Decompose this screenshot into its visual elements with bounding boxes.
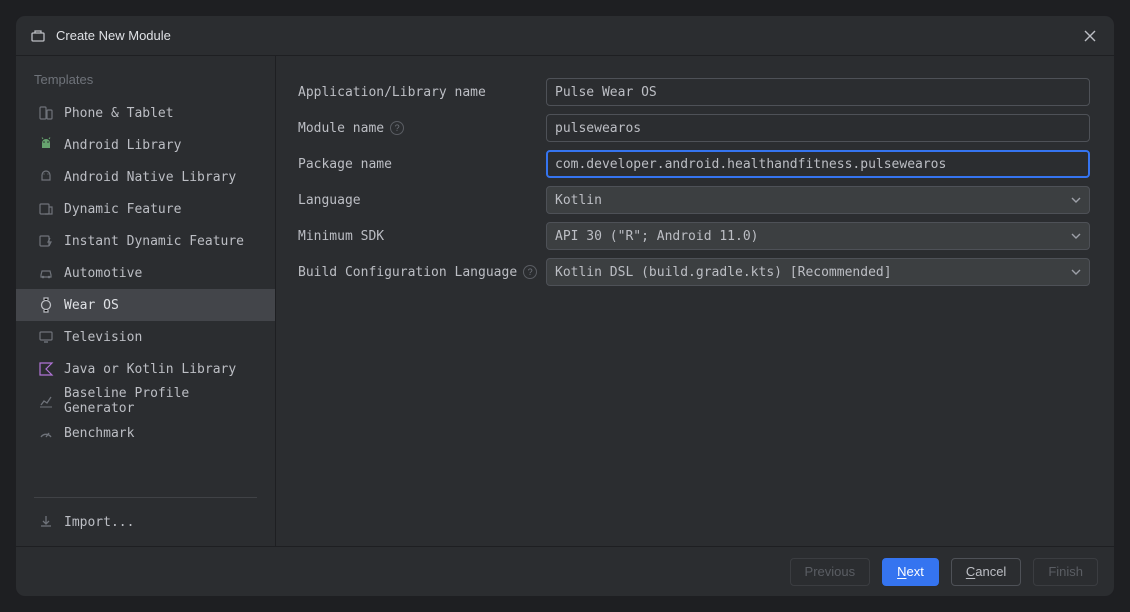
android-icon [38, 137, 54, 153]
template-label: Television [64, 330, 142, 345]
label-min-sdk: Minimum SDK [298, 229, 546, 244]
dynamic-feature-icon [38, 201, 54, 217]
select-min-sdk[interactable]: API 30 ("R"; Android 11.0) [546, 222, 1090, 250]
field-app-name: Application/Library name [298, 74, 1090, 110]
template-label: Instant Dynamic Feature [64, 234, 244, 249]
field-build-config: Build Configuration Language ? Kotlin DS… [298, 254, 1090, 290]
field-module-name: Module name ? [298, 110, 1090, 146]
kotlin-icon [38, 361, 54, 377]
sidebar-header: Templates [16, 66, 275, 97]
template-label: Automotive [64, 266, 142, 281]
tv-icon [38, 329, 54, 345]
help-icon[interactable]: ? [390, 121, 404, 135]
template-label: Benchmark [64, 426, 134, 441]
dialog-title: Create New Module [56, 28, 171, 43]
chevron-down-icon [1071, 197, 1081, 203]
template-label: Android Native Library [64, 170, 236, 185]
input-package-name[interactable] [546, 150, 1090, 178]
dialog-footer: Previous Next Cancel Finish [16, 546, 1114, 596]
template-instant-dynamic-feature[interactable]: Instant Dynamic Feature [16, 225, 275, 257]
template-television[interactable]: Television [16, 321, 275, 353]
template-baseline-profile-generator[interactable]: Baseline Profile Generator [16, 385, 275, 417]
templates-sidebar: Templates Phone & Tablet Android Library A… [16, 56, 276, 546]
import-icon [38, 514, 54, 530]
template-phone-tablet[interactable]: Phone & Tablet [16, 97, 275, 129]
template-label: Phone & Tablet [64, 106, 174, 121]
watch-icon [38, 297, 54, 313]
profile-icon [38, 393, 54, 409]
template-dynamic-feature[interactable]: Dynamic Feature [16, 193, 275, 225]
import-button[interactable]: Import... [16, 506, 275, 538]
close-icon [1084, 30, 1096, 42]
import-label: Import... [64, 515, 134, 530]
field-package-name: Package name [298, 146, 1090, 182]
label-module-name: Module name ? [298, 121, 546, 136]
module-form: Application/Library name Module name ? P… [276, 56, 1114, 546]
template-automotive[interactable]: Automotive [16, 257, 275, 289]
previous-button: Previous [790, 558, 871, 586]
template-wear-os[interactable]: Wear OS [16, 289, 275, 321]
close-button[interactable] [1080, 26, 1100, 46]
phone-tablet-icon [38, 105, 54, 121]
instant-feature-icon [38, 233, 54, 249]
select-build-config[interactable]: Kotlin DSL (build.gradle.kts) [Recommend… [546, 258, 1090, 286]
select-language[interactable]: Kotlin [546, 186, 1090, 214]
field-min-sdk: Minimum SDK API 30 ("R"; Android 11.0) [298, 218, 1090, 254]
label-package-name: Package name [298, 157, 546, 172]
select-min-sdk-value: API 30 ("R"; Android 11.0) [555, 229, 759, 244]
finish-button: Finish [1033, 558, 1098, 586]
template-label: Baseline Profile Generator [64, 386, 257, 416]
template-list: Phone & Tablet Android Library Android Nat… [16, 97, 275, 489]
template-android-native-library[interactable]: Android Native Library [16, 161, 275, 193]
template-label: Dynamic Feature [64, 202, 181, 217]
template-java-or-kotlin-library[interactable]: Java or Kotlin Library [16, 353, 275, 385]
template-label: Wear OS [64, 298, 119, 313]
gauge-icon [38, 425, 54, 441]
new-module-dialog: Create New Module Templates Phone & Tabl… [15, 15, 1115, 597]
titlebar: Create New Module [16, 16, 1114, 56]
cancel-button[interactable]: Cancel [951, 558, 1021, 586]
chevron-down-icon [1071, 233, 1081, 239]
template-label: Android Library [64, 138, 181, 153]
input-module-name[interactable] [546, 114, 1090, 142]
help-icon[interactable]: ? [523, 265, 537, 279]
select-language-value: Kotlin [555, 193, 602, 208]
template-benchmark[interactable]: Benchmark [16, 417, 275, 449]
select-build-config-value: Kotlin DSL (build.gradle.kts) [Recommend… [555, 265, 892, 280]
car-icon [38, 265, 54, 281]
template-android-library[interactable]: Android Library [16, 129, 275, 161]
module-icon [30, 28, 46, 44]
label-language: Language [298, 193, 546, 208]
label-build-config: Build Configuration Language ? [298, 265, 546, 280]
label-app-name: Application/Library name [298, 85, 546, 100]
android-outline-icon [38, 169, 54, 185]
template-label: Java or Kotlin Library [64, 362, 236, 377]
input-app-name[interactable] [546, 78, 1090, 106]
next-button[interactable]: Next [882, 558, 939, 586]
chevron-down-icon [1071, 269, 1081, 275]
field-language: Language Kotlin [298, 182, 1090, 218]
sidebar-separator [34, 497, 257, 498]
